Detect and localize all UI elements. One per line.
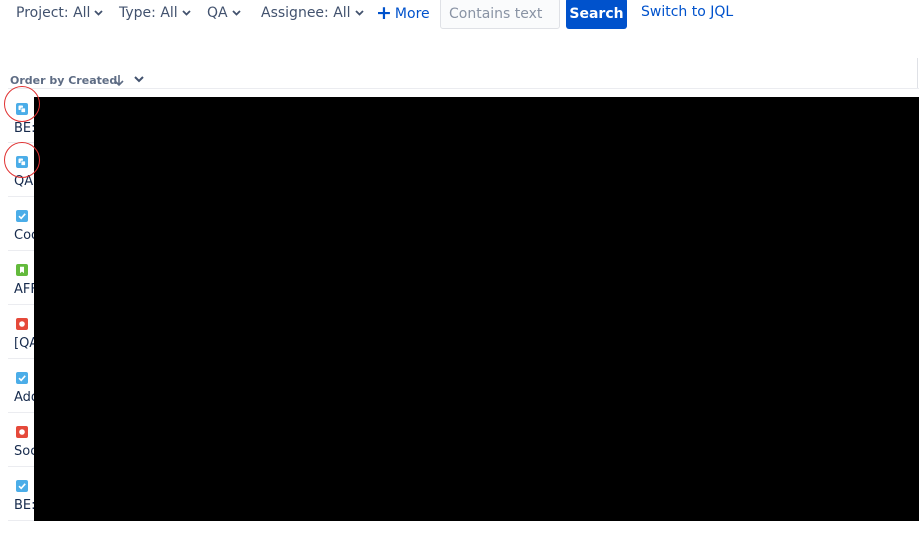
issue-summary: BE: [14,498,36,513]
qa-filter-label: QA [207,5,228,21]
subtask-icon [16,153,28,168]
filter-toolbar: Project: All Type: All QA Assignee: All … [0,0,919,30]
task-icon [16,369,28,384]
chevron-down-icon [354,10,364,16]
subtask-icon [16,100,28,115]
qa-filter[interactable]: QA [207,0,241,26]
project-filter-label: Project: All [16,5,91,21]
assignee-filter[interactable]: Assignee: All [261,0,364,26]
story-icon [16,261,28,276]
divider [917,58,918,88]
project-filter[interactable]: Project: All [16,0,104,26]
issue-summary: QA [14,174,34,189]
order-by-bar: Order by Created [10,70,144,88]
bug-icon [16,423,28,438]
assignee-filter-label: Assignee: All [261,5,351,21]
more-filters-label: More [394,6,430,22]
chevron-down-icon [231,10,241,16]
search-button[interactable]: Search [566,0,627,29]
bug-icon [16,315,28,330]
search-input[interactable] [440,0,560,29]
plus-icon: + [376,2,392,24]
redaction-overlay [34,97,919,521]
switch-to-jql-link[interactable]: Switch to JQL [641,0,733,24]
chevron-down-icon [94,10,104,16]
type-filter[interactable]: Type: All [119,0,191,26]
task-icon [16,207,28,222]
task-icon [16,477,28,492]
more-filters-button[interactable]: + More [376,0,430,26]
issue-summary: BE: [14,121,36,136]
order-by-button[interactable]: Order by Created [10,74,117,87]
chevron-down-icon[interactable] [132,70,146,88]
type-filter-label: Type: All [119,5,178,21]
chevron-down-icon [182,10,191,16]
sort-descending-icon[interactable] [112,72,126,88]
